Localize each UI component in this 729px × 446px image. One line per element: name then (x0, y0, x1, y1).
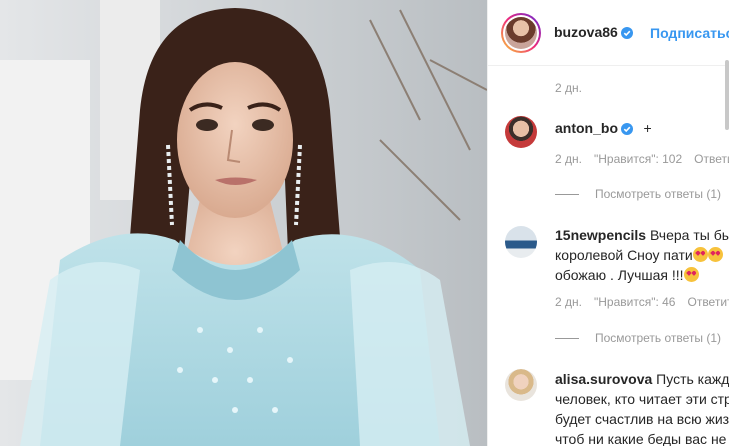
post-image[interactable] (0, 0, 487, 446)
view-replies-label: Посмотреть ответы (1) (595, 331, 722, 345)
view-replies-button[interactable]: Посмотреть ответы (1) (555, 187, 721, 201)
comment-text-line: Вчера ты был (649, 227, 729, 243)
comment-avatar[interactable] (505, 226, 537, 258)
comment-text: + (643, 120, 652, 136)
comment-meta: 2 дн. "Нравится": 46 Ответить (555, 295, 729, 309)
comment-text-line: Пусть кажды (656, 371, 729, 387)
comment-time: 2 дн. (555, 295, 582, 309)
comment-text-line: королевой Сноу пати (555, 247, 693, 263)
comment-body: alisa.surovova Пусть кажды человек, кто … (555, 369, 729, 446)
author-username-row: buzova86 (554, 24, 633, 42)
author-avatar[interactable] (501, 13, 541, 53)
replies-divider (555, 338, 579, 340)
comment-username[interactable]: anton_bo (555, 120, 618, 136)
follow-button[interactable]: Подписаться (650, 25, 729, 41)
heart-eyes-emoji-icon (692, 247, 708, 262)
comments-scrollbar[interactable] (725, 60, 729, 130)
comment-text-line: человек, кто читает эти стр (555, 391, 729, 407)
comment-username[interactable]: 15newpencils (555, 227, 646, 243)
post-header: buzova86 Подписаться (488, 0, 729, 66)
caption-time: 2 дн. (555, 81, 582, 95)
comment-text-line: будет счастлив на всю жиз (555, 411, 729, 427)
comment-likes[interactable]: "Нравится": 46 (594, 295, 676, 309)
reply-button[interactable]: Ответить (687, 295, 729, 309)
reply-button[interactable]: Ответить (694, 152, 729, 166)
comment-avatar[interactable] (505, 116, 537, 148)
author-username[interactable]: buzova86 (554, 24, 618, 40)
verified-icon (620, 26, 633, 39)
replies-divider (555, 194, 579, 196)
comment-body: 15newpencils Вчера ты был королевой Сноу… (555, 225, 729, 285)
comment-meta: 2 дн. "Нравится": 102 Ответить (555, 152, 729, 166)
heart-eyes-emoji-icon (707, 247, 723, 262)
post-side-panel: buzova86 Подписаться 2 дн. anton_bo + 2 … (487, 0, 729, 446)
heart-eyes-emoji-icon (683, 267, 699, 282)
comment-text-line: обожаю . Лучшая !!! (555, 267, 684, 283)
comment-header: anton_bo + (555, 120, 652, 138)
comment-text-line: чтоб ни какие беды вас не (555, 431, 727, 446)
verified-icon (621, 122, 633, 135)
view-replies-button[interactable]: Посмотреть ответы (1) (555, 331, 721, 345)
comment-likes[interactable]: "Нравится": 102 (594, 152, 682, 166)
view-replies-label: Посмотреть ответы (1) (595, 187, 722, 201)
comment-avatar[interactable] (505, 369, 537, 401)
comment-username[interactable]: alisa.surovova (555, 371, 652, 387)
comment-time: 2 дн. (555, 152, 582, 166)
